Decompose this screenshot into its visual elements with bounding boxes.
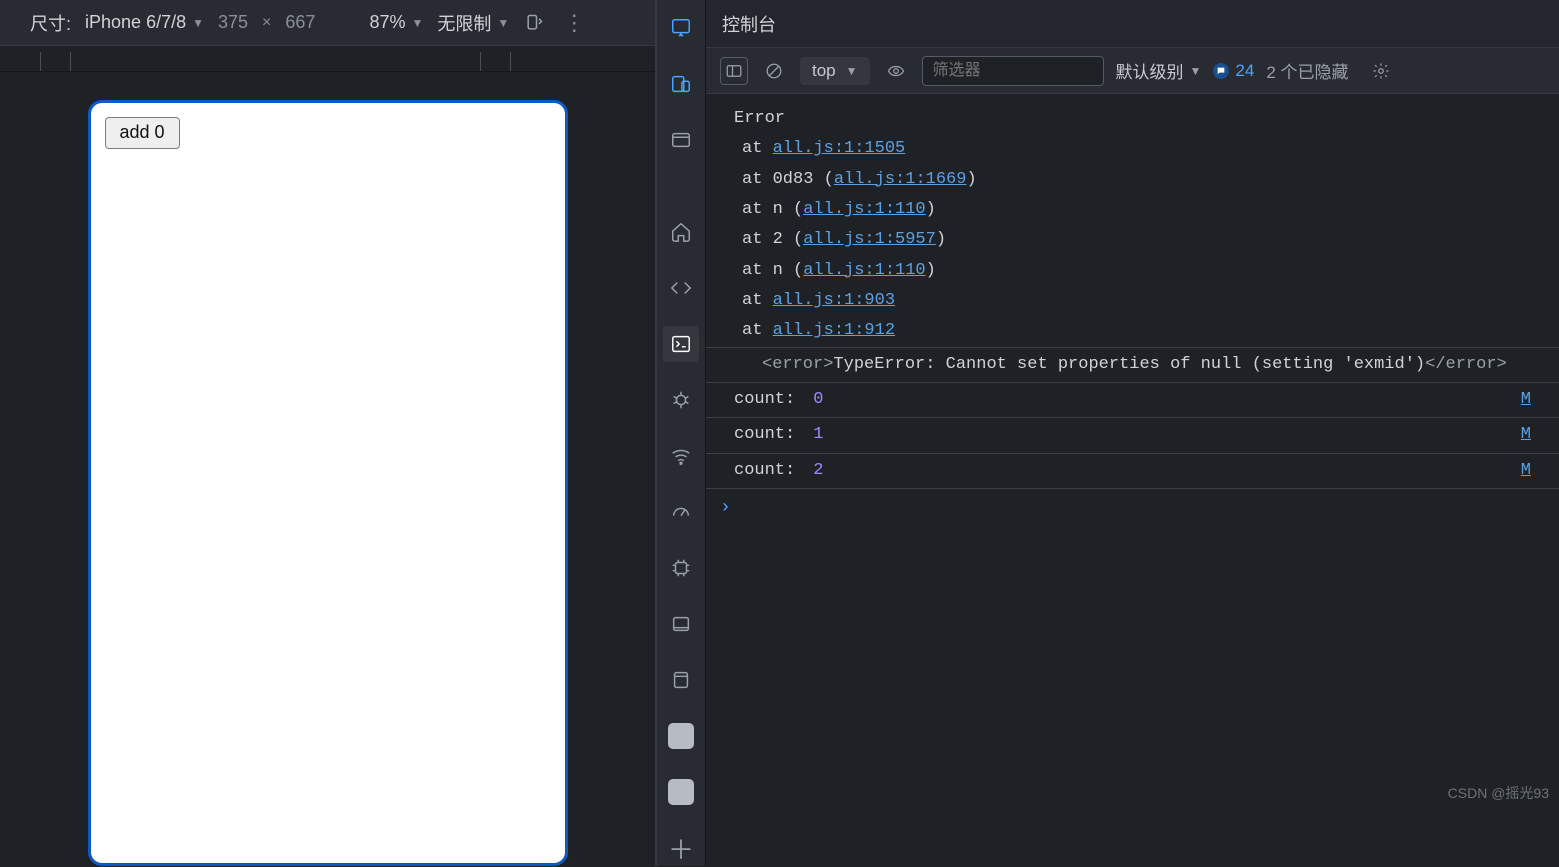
chip-icon[interactable]: [663, 550, 699, 586]
devtools-side-rail: ＋: [656, 0, 706, 866]
chevron-down-icon: ▼: [192, 16, 204, 30]
source-link[interactable]: all.js:1:1505: [773, 139, 906, 158]
console-toolbar: top ▼ 默认级别 ▼ 24 2 个已隐藏: [706, 48, 1559, 94]
stack-line: at 0d83 (all.js:1:1669): [706, 165, 1559, 195]
log-level-selector[interactable]: 默认级别 ▼: [1116, 58, 1202, 83]
toggle-sidebar-icon[interactable]: [720, 57, 748, 85]
source-link[interactable]: all.js:1:110: [803, 261, 925, 280]
rail-square-2[interactable]: [663, 774, 699, 810]
error-message-row: <error>TypeError: Cannot set properties …: [706, 347, 1559, 383]
message-count: 24: [1235, 61, 1254, 81]
device-selector[interactable]: iPhone 6/7/8 ▼: [85, 12, 204, 33]
stack-line: at n (all.js:1:110): [706, 195, 1559, 225]
level-label: 默认级别: [1116, 58, 1184, 83]
context-value: top: [812, 61, 836, 81]
log-source-link[interactable]: M: [1521, 387, 1531, 413]
ruler: [0, 46, 655, 72]
gauge-icon[interactable]: [663, 494, 699, 530]
rail-square-1[interactable]: [663, 718, 699, 754]
source-link[interactable]: all.js:1:903: [773, 291, 895, 310]
source-link[interactable]: all.js:1:110: [803, 200, 925, 219]
inspect-icon[interactable]: [663, 10, 699, 46]
stack-line: at 2 (all.js:1:5957): [706, 225, 1559, 255]
message-count-badge[interactable]: 24: [1213, 61, 1254, 81]
log-value: 2: [813, 458, 823, 484]
size-label: 尺寸:: [30, 10, 71, 36]
device-name: iPhone 6/7/8: [85, 12, 186, 33]
device-height[interactable]: 667: [285, 12, 315, 33]
stack-line: at all.js:1:912: [706, 316, 1559, 346]
error-header: Error: [706, 104, 1559, 134]
dimension-separator: ×: [262, 14, 271, 32]
throttle-value: 无限制: [437, 10, 491, 36]
watermark: CSDN @摇光93: [1448, 783, 1549, 803]
source-link[interactable]: all.js:1:1669: [834, 170, 967, 189]
home-icon[interactable]: [663, 214, 699, 250]
chevron-down-icon: ▼: [846, 64, 858, 78]
add-button[interactable]: add 0: [105, 117, 180, 149]
stack-line: at all.js:1:1505: [706, 134, 1559, 164]
log-source-link[interactable]: M: [1521, 422, 1531, 448]
console-title: 控制台: [706, 0, 1559, 48]
error-tag-close: </error>: [1425, 355, 1507, 374]
window-icon[interactable]: [663, 122, 699, 158]
info-dot-icon: [1213, 63, 1229, 79]
hidden-count[interactable]: 2 个已隐藏: [1266, 58, 1348, 83]
console-output[interactable]: Error at all.js:1:1505 at 0d83 (all.js:1…: [706, 94, 1559, 866]
zoom-selector[interactable]: 87% ▼: [369, 12, 423, 33]
book-icon[interactable]: [663, 662, 699, 698]
log-row: count: 2 M: [706, 454, 1559, 489]
log-row: count: 1 M: [706, 418, 1559, 453]
log-label: count:: [734, 422, 795, 448]
code-icon[interactable]: [663, 270, 699, 306]
throttle-selector[interactable]: 无限制 ▼: [437, 10, 509, 36]
rotate-icon[interactable]: [523, 12, 545, 34]
device-toolbar: 尺寸: iPhone 6/7/8 ▼ 375 × 667 87% ▼ 无限制 ▼…: [0, 0, 655, 46]
device-width[interactable]: 375: [218, 12, 248, 33]
context-selector[interactable]: top ▼: [800, 57, 870, 85]
device-toggle-icon[interactable]: [663, 66, 699, 102]
log-row: count: 0 M: [706, 383, 1559, 418]
chevron-down-icon: ▼: [497, 16, 509, 30]
panel-icon[interactable]: [663, 606, 699, 642]
source-link[interactable]: all.js:1:5957: [803, 230, 936, 249]
device-stage: add 0: [0, 72, 655, 866]
device-frame: add 0: [88, 100, 568, 866]
clear-console-icon[interactable]: [760, 57, 788, 85]
stack-line: at n (all.js:1:110): [706, 256, 1559, 286]
log-value: 1: [813, 422, 823, 448]
log-value: 0: [813, 387, 823, 413]
log-label: count:: [734, 458, 795, 484]
log-source-link[interactable]: M: [1521, 458, 1531, 484]
bug-icon[interactable]: [663, 382, 699, 418]
zoom-value: 87%: [369, 12, 405, 33]
console-pane: 控制台 top ▼ 默认级别 ▼ 24 2: [706, 0, 1559, 866]
console-prompt[interactable]: ›: [706, 489, 1559, 529]
device-pane: 尺寸: iPhone 6/7/8 ▼ 375 × 667 87% ▼ 无限制 ▼…: [0, 0, 656, 866]
filter-input[interactable]: [922, 56, 1104, 86]
chevron-down-icon: ▼: [411, 16, 423, 30]
console-icon[interactable]: [663, 326, 699, 362]
more-icon[interactable]: ⋮: [559, 10, 589, 36]
main-area: 尺寸: iPhone 6/7/8 ▼ 375 × 667 87% ▼ 无限制 ▼…: [0, 0, 1559, 866]
stack-line: at all.js:1:903: [706, 286, 1559, 316]
log-label: count:: [734, 387, 795, 413]
source-link[interactable]: all.js:1:912: [773, 321, 895, 340]
error-tag-open: <error>: [762, 355, 833, 374]
add-panel-icon[interactable]: ＋: [663, 830, 699, 866]
error-text: TypeError: Cannot set properties of null…: [833, 355, 1425, 374]
wifi-icon[interactable]: [663, 438, 699, 474]
chevron-down-icon: ▼: [1190, 64, 1202, 78]
live-expression-icon[interactable]: [882, 57, 910, 85]
gear-icon[interactable]: [1367, 57, 1395, 85]
